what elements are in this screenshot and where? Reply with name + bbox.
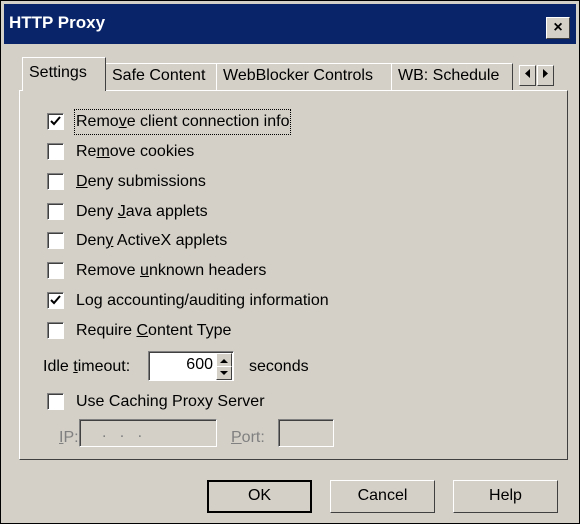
title-bar[interactable]: HTTP Proxy × [4,4,576,44]
tab-safe-content[interactable]: Safe Content [105,63,217,90]
seconds-label: seconds [249,358,309,375]
checkbox-box[interactable] [47,232,64,249]
tab-label: Safe Content [112,67,206,84]
checkbox-label: Deny ActiveX applets [76,232,228,249]
tab-wb-schedule[interactable]: WB: Schedule [391,63,513,90]
checkbox-box[interactable] [47,292,64,309]
checkbox-label: Remove unknown headers [76,262,267,279]
arrow-down-icon [220,371,228,375]
idle-timeout-value[interactable]: 600 [186,356,213,374]
tab-scroll-right-button[interactable] [537,65,554,86]
checkbox-label: Remove cookies [76,143,195,160]
cancel-button[interactable]: Cancel [330,480,435,513]
tab-label: Settings [29,64,87,81]
arrow-left-icon [525,69,530,78]
tab-settings[interactable]: Settings [22,57,106,91]
ip-address-field[interactable]: . . . [79,419,217,447]
checkbox-box[interactable] [47,113,64,130]
checkbox-box[interactable] [47,173,64,190]
checkbox-box[interactable] [47,203,64,220]
tab-label: WB: Schedule [398,67,500,84]
tab-webblocker-controls[interactable]: WebBlocker Controls [216,63,392,90]
checkbox-label: Use Caching Proxy Server [76,393,265,410]
checkbox-box[interactable] [47,143,64,160]
window-title: HTTP Proxy [9,13,106,32]
ok-button[interactable]: OK [207,480,312,513]
port-field[interactable] [278,419,334,447]
checkmark-icon [50,116,61,126]
checkbox-label: Deny Java applets [76,203,208,220]
checkbox-label: Log accounting/auditing information [76,292,329,309]
checkbox-label: Require Content Type [76,322,232,339]
checkbox-box[interactable] [47,262,64,279]
port-label: Port: [231,429,265,446]
tab-scroll-left-button[interactable] [519,65,536,86]
checkbox-box[interactable] [47,322,64,339]
idle-timeout-label: Idle timeout: [43,358,131,375]
ip-value: . . . [102,424,143,441]
close-button[interactable]: × [546,17,570,39]
checkbox-label: Remove client connection info [73,109,292,135]
checkmark-icon [50,295,61,305]
tab-strip: Settings Safe Content WebBlocker Control… [1,57,580,91]
checkbox-box[interactable] [47,393,64,410]
arrow-right-icon [543,69,548,78]
help-button[interactable]: Help [453,480,558,513]
spin-up-button[interactable] [216,353,232,367]
close-icon: × [553,19,563,36]
http-proxy-dialog: HTTP Proxy × Settings Safe Content WebBl… [0,0,580,524]
checkbox-label: Deny submissions [76,173,206,190]
idle-timeout-spinner[interactable]: 600 [148,351,234,381]
spin-down-button[interactable] [216,366,232,380]
tab-label: WebBlocker Controls [223,67,373,84]
ip-label: IP: [59,429,79,446]
